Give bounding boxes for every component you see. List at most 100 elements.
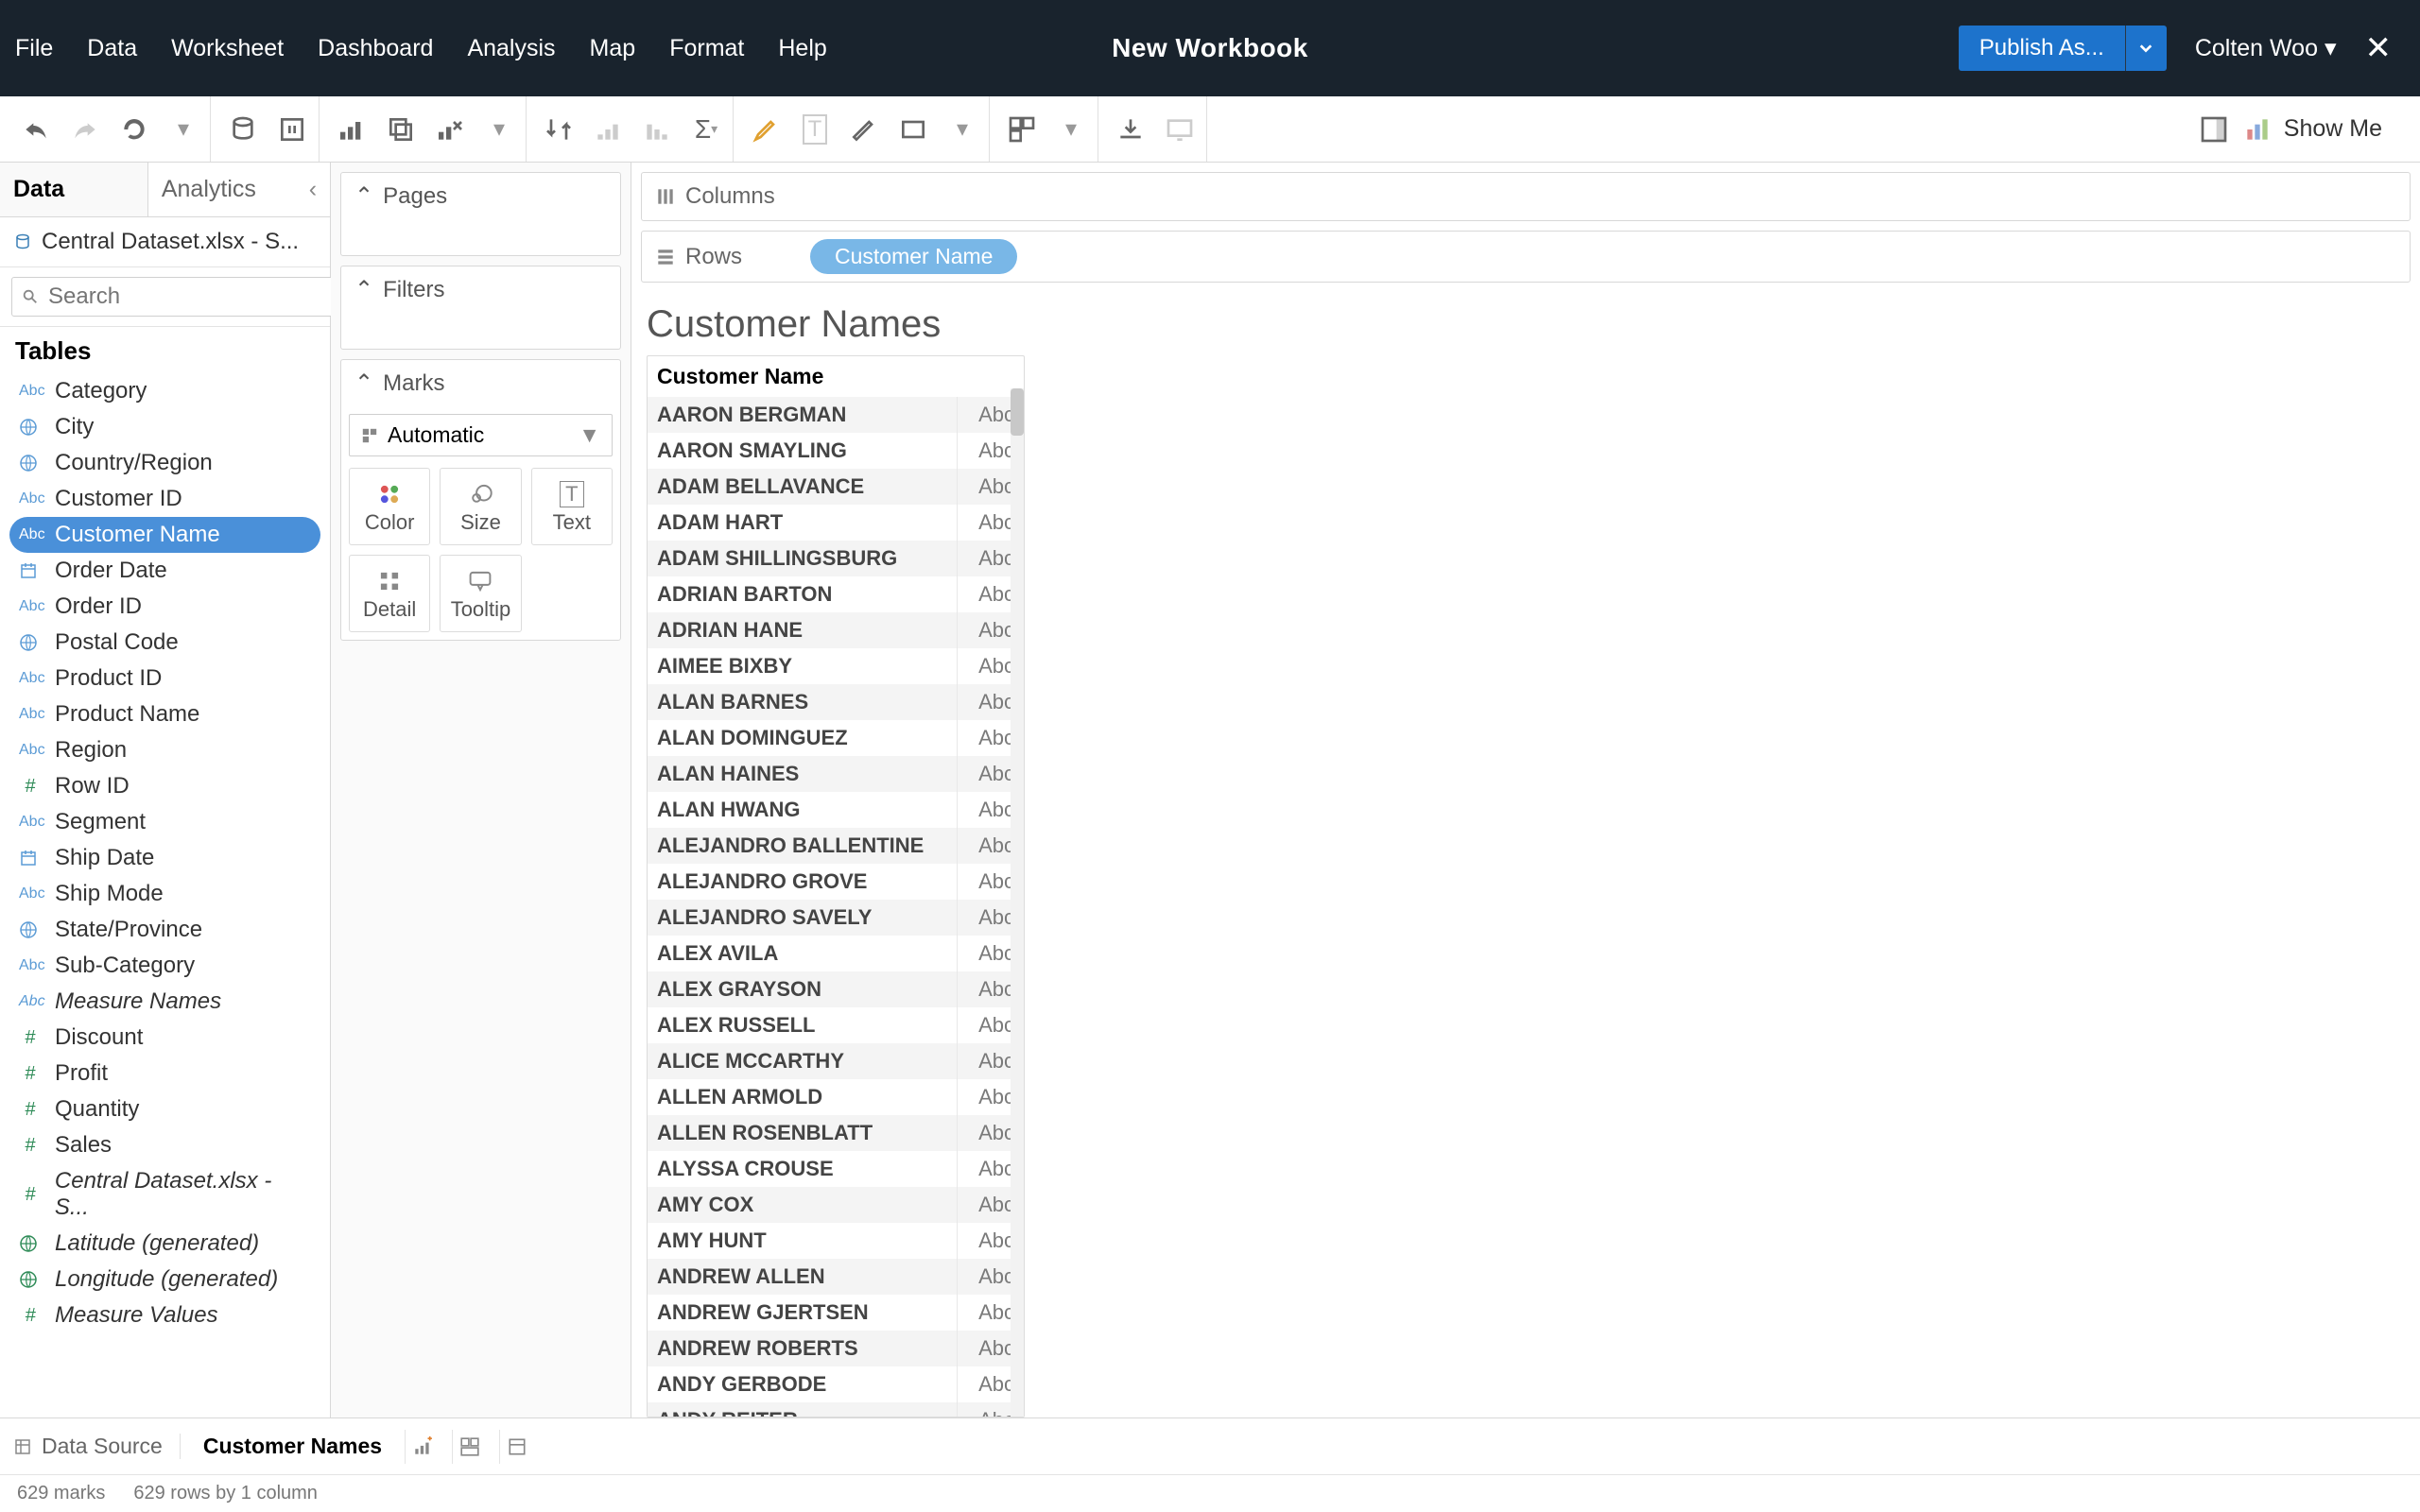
new-worksheet-button[interactable] (335, 112, 369, 146)
table-row[interactable]: ADRIAN BARTONAbc (648, 576, 1024, 612)
rows-shelf[interactable]: Rows Customer Name (641, 231, 2411, 283)
clear-button[interactable] (433, 112, 467, 146)
pages-shelf[interactable]: ⌃Pages (340, 172, 621, 256)
table-row[interactable]: ALYSSA CROUSEAbc (648, 1151, 1024, 1187)
table-row[interactable]: ADAM BELLAVANCEAbc (648, 469, 1024, 505)
scrollbar-thumb[interactable] (1011, 388, 1024, 436)
table-row[interactable]: ALEX GRAYSONAbc (648, 971, 1024, 1007)
field-item[interactable]: AbcCustomer Name (9, 517, 320, 553)
search-input[interactable] (48, 284, 341, 310)
mark-text[interactable]: TText (531, 468, 613, 545)
table-row[interactable]: ANDREW GJERTSENAbc (648, 1295, 1024, 1331)
pause-updates-button[interactable] (275, 112, 309, 146)
field-item[interactable]: Order Date (9, 553, 320, 589)
table-row[interactable]: ANDREW ROBERTSAbc (648, 1331, 1024, 1366)
clear-dropdown[interactable]: ▾ (482, 112, 516, 146)
labels-button[interactable]: T (798, 112, 832, 146)
table-row[interactable]: ADRIAN HANEAbc (648, 612, 1024, 648)
data-guide-button[interactable] (2197, 112, 2231, 146)
showme-label[interactable]: Show Me (2284, 115, 2382, 143)
mark-color[interactable]: Color (349, 468, 430, 545)
sort-asc-button[interactable] (591, 112, 625, 146)
mark-size[interactable]: Size (440, 468, 521, 545)
filters-shelf[interactable]: ⌃Filters (340, 266, 621, 350)
field-item[interactable]: State/Province (9, 912, 320, 948)
format-button[interactable] (847, 112, 881, 146)
datasource-item[interactable]: Central Dataset.xlsx - S... (0, 217, 330, 267)
table-row[interactable]: AARON SMAYLINGAbc (648, 433, 1024, 469)
marks-type-select[interactable]: Automatic ▼ (349, 414, 613, 456)
user-menu[interactable]: Colten Woo ▾ (2195, 34, 2337, 62)
table-row[interactable]: ALICE MCCARTHYAbc (648, 1043, 1024, 1079)
cards-button[interactable] (1005, 112, 1039, 146)
field-item[interactable]: AbcSub-Category (9, 948, 320, 984)
table-row[interactable]: ALEJANDRO SAVELYAbc (648, 900, 1024, 936)
field-item[interactable]: Longitude (generated) (9, 1262, 320, 1297)
swap-button[interactable] (542, 112, 576, 146)
table-row[interactable]: ALEJANDRO GROVEAbc (648, 864, 1024, 900)
field-item[interactable]: AbcShip Mode (9, 876, 320, 912)
duplicate-button[interactable] (384, 112, 418, 146)
redo-button[interactable] (68, 112, 102, 146)
table-row[interactable]: AMY HUNTAbc (648, 1223, 1024, 1259)
field-item[interactable]: #Row ID (9, 768, 320, 804)
new-worksheet-tab[interactable] (405, 1430, 439, 1464)
sheet-tab-customer-names[interactable]: Customer Names (194, 1420, 391, 1472)
cards-dropdown[interactable]: ▾ (1054, 112, 1088, 146)
field-item[interactable]: #Central Dataset.xlsx - S... (9, 1163, 320, 1226)
field-item[interactable]: #Sales (9, 1127, 320, 1163)
menu-format[interactable]: Format (669, 35, 744, 62)
table-row[interactable]: AIMEE BIXBYAbc (648, 648, 1024, 684)
showme-icon-btn[interactable] (2240, 112, 2274, 146)
data-source-tab[interactable]: Data Source (13, 1434, 181, 1459)
pill-customer-name[interactable]: Customer Name (810, 239, 1017, 274)
menu-help[interactable]: Help (778, 35, 826, 62)
field-item[interactable]: AbcOrder ID (9, 589, 320, 625)
field-item[interactable]: Country/Region (9, 445, 320, 481)
revert-dropdown[interactable]: ▾ (166, 112, 200, 146)
revert-button[interactable] (117, 112, 151, 146)
highlight-button[interactable] (749, 112, 783, 146)
close-button[interactable]: ✕ (2365, 29, 2393, 67)
fit-button[interactable] (896, 112, 930, 146)
field-item[interactable]: AbcMeasure Names (9, 984, 320, 1020)
table-row[interactable]: ALEX AVILAAbc (648, 936, 1024, 971)
menu-file[interactable]: File (15, 35, 53, 62)
menu-worksheet[interactable]: Worksheet (171, 35, 284, 62)
publish-button[interactable]: Publish As... (1959, 26, 2125, 71)
mark-detail[interactable]: Detail (349, 555, 430, 632)
field-item[interactable]: Postal Code (9, 625, 320, 661)
table-row[interactable]: AMY COXAbc (648, 1187, 1024, 1223)
table-row[interactable]: ADAM SHILLINGSBURGAbc (648, 541, 1024, 576)
field-item[interactable]: AbcProduct ID (9, 661, 320, 696)
table-row[interactable]: ALEX RUSSELLAbc (648, 1007, 1024, 1043)
new-dashboard-tab[interactable] (452, 1430, 486, 1464)
table-row[interactable]: ALLEN ARMOLDAbc (648, 1079, 1024, 1115)
table-row[interactable]: ALAN DOMINGUEZAbc (648, 720, 1024, 756)
columns-shelf[interactable]: Columns (641, 172, 2411, 221)
collapse-pane[interactable]: ‹ (296, 163, 330, 216)
view-scrollbar[interactable] (1011, 388, 1024, 1417)
field-item[interactable]: #Measure Values (9, 1297, 320, 1333)
view-column-header[interactable]: Customer Name (648, 356, 1024, 397)
present-button[interactable] (1163, 112, 1197, 146)
field-item[interactable]: AbcSegment (9, 804, 320, 840)
menu-data[interactable]: Data (87, 35, 137, 62)
tab-data[interactable]: Data (0, 163, 148, 216)
field-item[interactable]: #Profit (9, 1056, 320, 1091)
fit-dropdown[interactable]: ▾ (945, 112, 979, 146)
table-row[interactable]: ANDREW ALLENAbc (648, 1259, 1024, 1295)
table-row[interactable]: ALAN HAINESAbc (648, 756, 1024, 792)
menu-map[interactable]: Map (590, 35, 636, 62)
mark-tooltip[interactable]: Tooltip (440, 555, 521, 632)
publish-dropdown[interactable] (2125, 26, 2167, 71)
view-title[interactable]: Customer Names (631, 283, 2420, 355)
undo-button[interactable] (19, 112, 53, 146)
table-row[interactable]: ALLEN ROSENBLATTAbc (648, 1115, 1024, 1151)
table-row[interactable]: ANDY GERBODEAbc (648, 1366, 1024, 1402)
table-row[interactable]: ALAN HWANGAbc (648, 792, 1024, 828)
new-story-tab[interactable] (499, 1430, 533, 1464)
table-row[interactable]: ALAN BARNESAbc (648, 684, 1024, 720)
field-item[interactable]: Latitude (generated) (9, 1226, 320, 1262)
download-button[interactable] (1114, 112, 1148, 146)
